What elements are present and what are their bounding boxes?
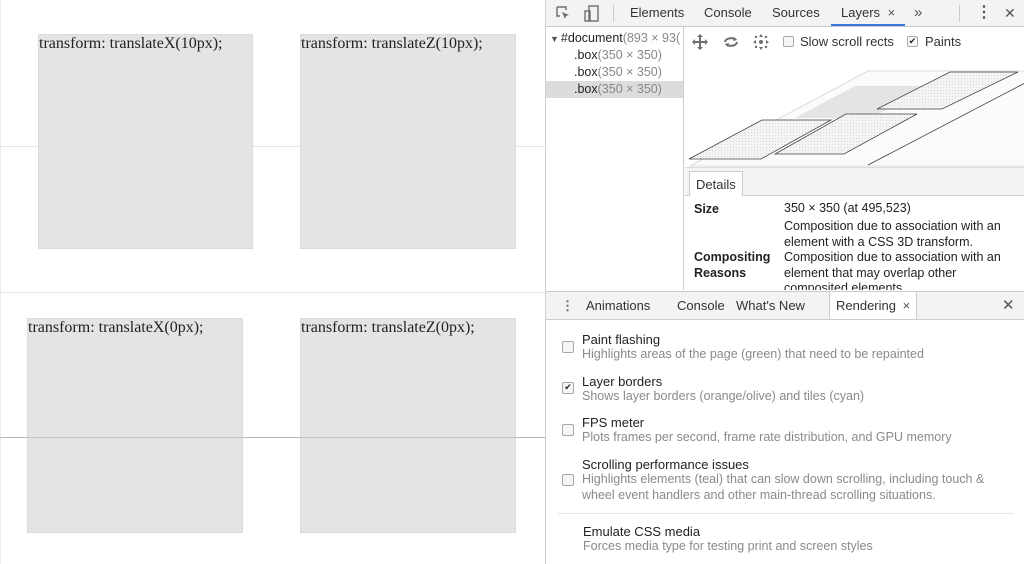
layers-tree: ▼ #document(893 × 93( .box(350 × 350) .bo… [546,27,684,290]
layer-name: .box [574,65,598,79]
layer-name: .box [574,82,598,96]
devtools-toolbar: Elements Console Sources Layers × » ⋮ ✕ [546,0,1024,27]
slow-scroll-rects-checkbox[interactable] [783,36,794,47]
layer-border-line [0,0,1,564]
layer-size: (350 × 350) [597,48,662,62]
layer-size: (350 × 350) [597,82,662,96]
details-tabbar: Details [685,168,1024,196]
compositing-reasons-key: Compositing [694,250,771,264]
tile-border-overlay [0,437,545,438]
layer-borders-checkbox[interactable]: ✔ [562,382,574,394]
tree-row-document[interactable]: ▼ #document(893 × 93( [546,30,683,47]
size-key: Size [694,202,720,216]
size-value: 350 × 350 (at 495,523) [784,201,911,215]
rotate-mode-icon[interactable] [722,33,740,56]
drawer-tab-animations[interactable]: Animations [586,292,650,319]
tab-details[interactable]: Details [689,171,743,196]
layer-name: .box [574,48,598,62]
tab-layers[interactable]: Layers × [831,0,905,26]
fps-meter-checkbox[interactable] [562,424,574,436]
paints-label: Paints [925,34,962,49]
option-desc: Plots frames per second, frame rate dist… [582,430,952,444]
paints-checkbox[interactable]: ✔ [907,36,918,47]
slow-scroll-rects-label: Slow scroll rects [800,34,894,49]
inspect-element-icon[interactable] [554,5,572,22]
kebab-menu-icon[interactable]: ⋮ [976,0,992,26]
tab-label: Rendering [836,298,896,313]
close-devtools-icon[interactable]: ✕ [1004,0,1016,26]
tab-console[interactable]: Console [704,0,752,26]
drawer-tab-rendering[interactable]: Rendering × [829,292,918,319]
device-toolbar-icon[interactable] [583,5,601,22]
option-desc: Forces media type for testing print and … [583,539,873,553]
layers-toolbar: Slow scroll rects ✔ Paints [685,27,1024,57]
option-desc: Highlights areas of the page (green) tha… [582,347,924,361]
option-title: Emulate CSS media [583,524,701,539]
box-label: transform: translateZ(10px); [301,35,483,52]
box-translatex-0: transform: translateX(0px); [27,318,243,533]
tree-row-box[interactable]: .box(350 × 350) [546,64,683,81]
drawer-tab-console[interactable]: Console [677,292,725,319]
option-title: Layer borders [582,374,663,389]
tab-elements[interactable]: Elements [630,0,684,26]
drawer-tabbar: ⋮ Animations Console What's New Renderin… [546,291,1024,320]
rendering-pane: Paint flashing Highlights areas of the p… [546,320,1024,564]
box-label: transform: translateZ(0px); [301,319,475,336]
box-translatez-10: transform: translateZ(10px); [300,34,516,249]
box-translatez-0: transform: translateZ(0px); [300,318,516,533]
toolbar-separator [959,5,960,22]
paint-flashing-checkbox[interactable] [562,341,574,353]
more-tabs-icon[interactable]: » [914,0,922,26]
page-viewport: transform: translateX(10px); transform: … [0,0,545,564]
drawer-tab-whats-new[interactable]: What's New [736,292,805,319]
layer-size: (893 × 93( [622,31,681,45]
option-desc: Highlights elements (teal) that can slow… [582,472,985,502]
compositing-reason: Composition due to association with an e… [784,250,1001,290]
toolbar-separator [613,5,614,22]
box-label: transform: translateX(0px); [28,319,204,336]
tree-row-box[interactable]: .box(350 × 350) [546,47,683,64]
layers-3d-viewer[interactable] [685,57,1024,168]
option-title: FPS meter [582,415,645,430]
drawer-menu-icon[interactable]: ⋮ [561,292,574,319]
tab-label: Layers [841,5,881,20]
compositing-reason: Composition due to association with an e… [784,219,1001,249]
reset-transform-icon[interactable] [752,33,770,56]
devtools-panel: Elements Console Sources Layers × » ⋮ ✕ … [545,0,1024,564]
option-desc: Shows layer borders (orange/olive) and t… [582,389,865,403]
option-title: Scrolling performance issues [582,457,749,472]
box-label: transform: translateX(10px); [39,35,223,52]
close-drawer-icon[interactable]: ✕ [1002,292,1015,319]
box-translatex-10: transform: translateX(10px); [38,34,253,249]
tile-border-line [0,292,545,293]
layer-details: Size 350 × 350 (at 495,523) Composition … [685,196,1024,290]
close-tab-icon[interactable]: × [888,5,896,20]
scrolling-performance-checkbox[interactable] [562,474,574,486]
close-tab-icon[interactable]: × [903,298,911,313]
tree-row-box-selected[interactable]: .box(350 × 350) [546,81,683,98]
expand-triangle-icon[interactable]: ▼ [550,34,559,44]
option-title: Paint flashing [582,332,661,347]
layer-name: #document [560,31,623,45]
layer-size: (350 × 350) [597,65,662,79]
tab-sources[interactable]: Sources [772,0,820,26]
pan-mode-icon[interactable] [691,33,709,56]
compositing-reasons-key: Reasons [694,266,747,280]
section-divider [558,513,1014,514]
